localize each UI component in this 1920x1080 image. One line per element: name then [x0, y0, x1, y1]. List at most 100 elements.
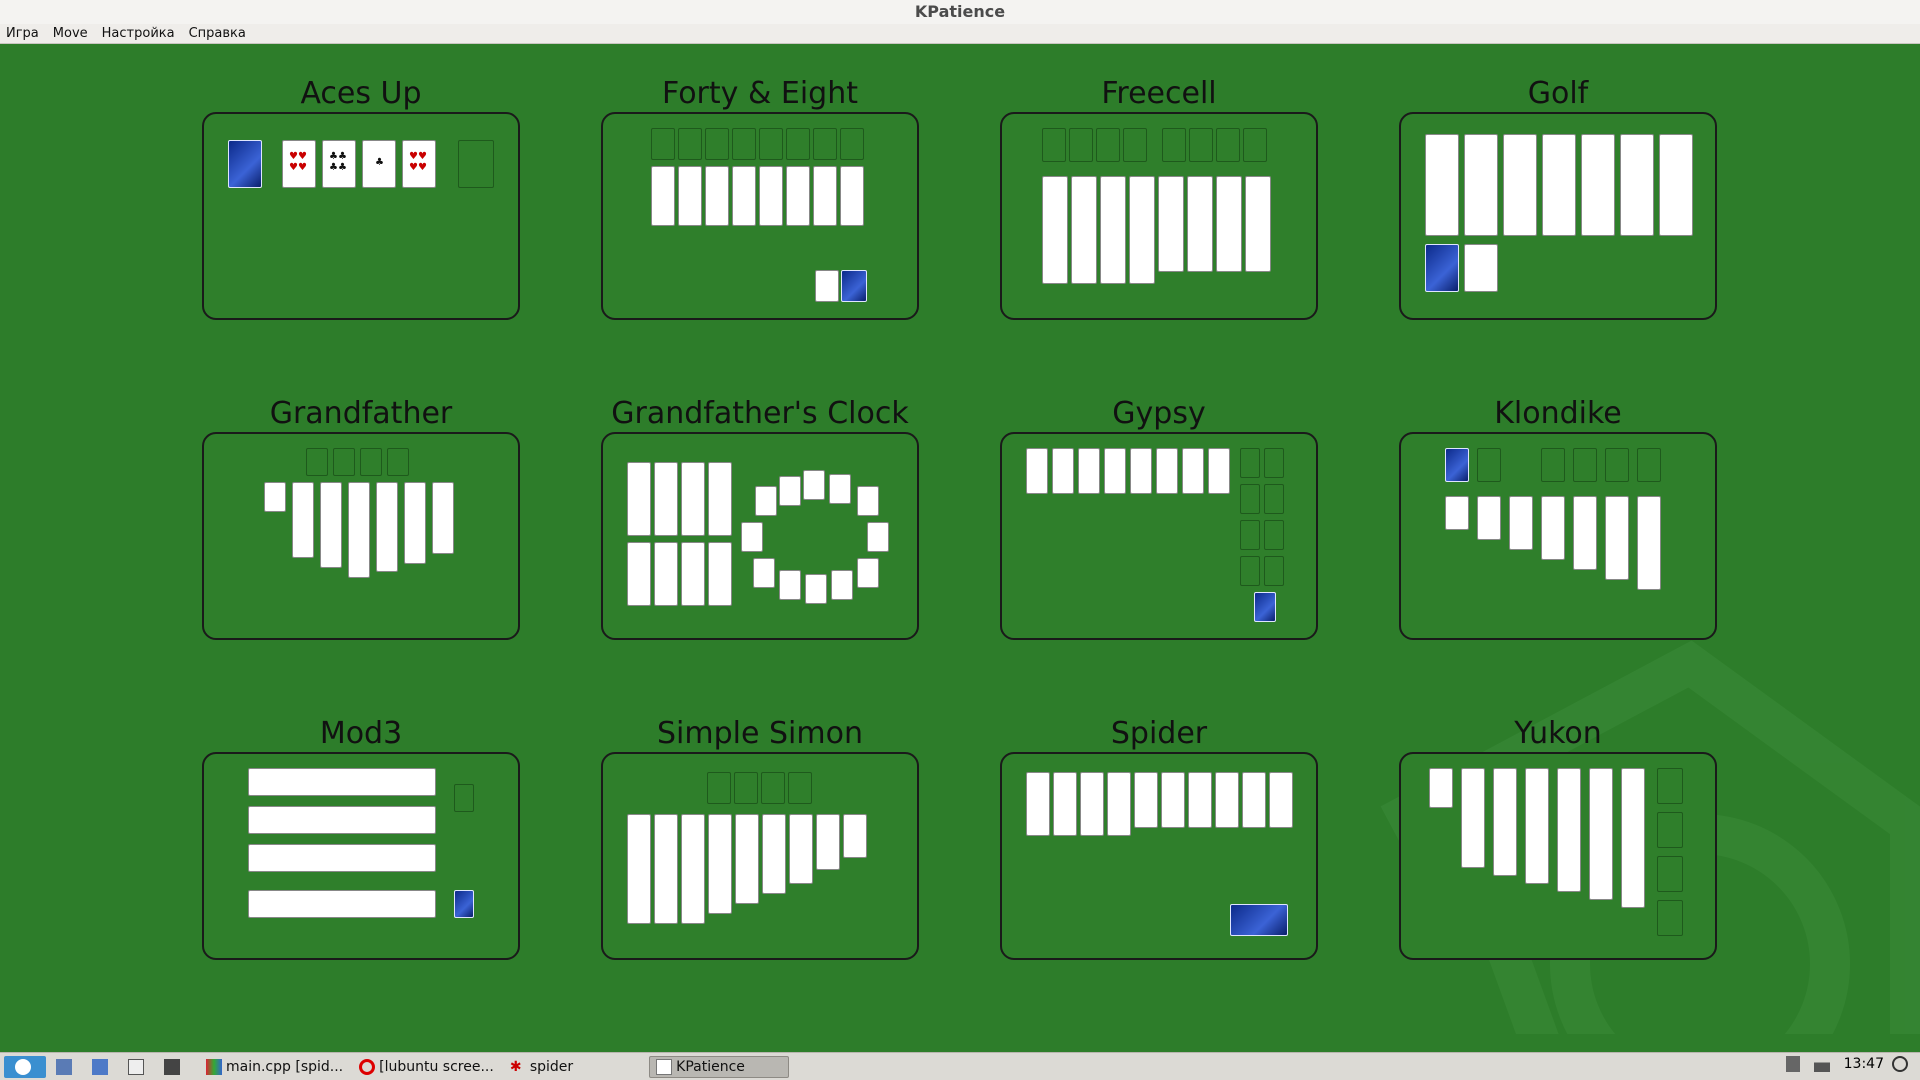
window-button[interactable]	[122, 1056, 154, 1078]
foundation-slot	[1541, 448, 1565, 482]
spider-icon: ✱	[509, 1058, 522, 1075]
tableau-pile	[816, 814, 840, 870]
tableau-pile	[1659, 134, 1693, 236]
game-forty-and-eight[interactable]: Forty & Eight	[601, 76, 919, 320]
card	[264, 482, 286, 512]
tableau-pile	[1620, 134, 1654, 236]
opera-icon	[359, 1058, 376, 1075]
menu-move[interactable]: Move	[53, 26, 88, 41]
foundation-slot	[734, 772, 758, 804]
stock-card	[1254, 592, 1276, 622]
menu-help[interactable]: Справка	[189, 26, 246, 41]
tableau-pile	[1461, 768, 1485, 868]
clock[interactable]: 13:47	[1844, 1056, 1884, 1072]
tableau-pile	[1130, 448, 1152, 494]
foundation-slot	[1264, 556, 1284, 586]
foundation-slot	[1243, 128, 1267, 162]
tableau-pile	[1242, 772, 1266, 828]
tableau-pile	[627, 542, 651, 606]
lubuntu-menu-icon	[15, 1058, 31, 1075]
tableau-pile	[292, 482, 314, 558]
game-selection-board: Aces Up ♥♥ ♥♥ ♣♣ ♣♣ ♣ ♥♥ ♥♥ Forty & Eight	[0, 44, 1920, 1034]
taskbar-item-lubuntu-screenshot[interactable]: [lubuntu scree...	[353, 1056, 500, 1078]
file-manager-button[interactable]	[86, 1056, 118, 1078]
game-title: Forty & Eight	[662, 76, 858, 111]
tableau-pile	[840, 166, 864, 226]
foundation-slot	[1657, 812, 1683, 848]
game-golf[interactable]: Golf	[1399, 76, 1717, 320]
tableau-pile	[813, 166, 837, 226]
taskbar-item-main-cpp[interactable]: main.cpp [spid...	[200, 1056, 349, 1078]
network-icon[interactable]	[1813, 1056, 1830, 1072]
terminal-button[interactable]	[158, 1056, 190, 1078]
clock-card	[741, 522, 763, 552]
game-mod3[interactable]: Mod3	[202, 716, 520, 960]
start-menu-button[interactable]	[4, 1055, 46, 1078]
game-title: Mod3	[319, 716, 403, 751]
game-freecell[interactable]: Freecell	[1000, 76, 1318, 320]
tableau-pile	[1425, 134, 1459, 236]
stock-card	[228, 140, 262, 188]
power-icon[interactable]	[1892, 1056, 1908, 1072]
tableau-pile	[432, 482, 454, 554]
foundation-slot	[1657, 768, 1683, 804]
tableau-row	[248, 806, 436, 834]
system-tray: 13:47	[1785, 1056, 1912, 1072]
tableau-pile	[1071, 176, 1097, 284]
clock-card	[755, 486, 777, 516]
tableau-pile	[1161, 772, 1185, 828]
show-desktop-button[interactable]	[50, 1056, 82, 1078]
freecell-slot	[1069, 128, 1093, 162]
game-gypsy[interactable]: Gypsy	[1000, 396, 1318, 640]
tableau-pile	[1107, 772, 1131, 836]
clock-card	[829, 474, 851, 504]
tableau-pile	[1100, 176, 1126, 284]
tableau-pile	[1078, 448, 1100, 494]
tableau-pile	[1542, 134, 1576, 236]
foundation-slot	[1162, 128, 1186, 162]
clock-card	[867, 522, 889, 552]
foundation-slot	[387, 448, 409, 476]
foundation-slot	[1264, 520, 1284, 550]
taskbar-item-kpatience[interactable]: KPatience	[649, 1055, 790, 1078]
foundation-slot	[651, 128, 675, 160]
stock-card	[1445, 448, 1469, 482]
tableau-pile	[651, 166, 675, 226]
game-title: Freecell	[1101, 76, 1217, 111]
tableau-pile	[705, 166, 729, 226]
tableau-row	[248, 844, 436, 872]
tableau-pile	[1621, 768, 1645, 908]
tableau-pile	[681, 462, 705, 536]
card: ♥♥ ♥♥	[402, 140, 436, 188]
menu-settings[interactable]: Настройка	[102, 26, 175, 41]
game-preview	[1000, 752, 1318, 960]
game-title: Klondike	[1494, 396, 1622, 431]
foundation-slot	[707, 772, 731, 804]
foundation-slot	[1573, 448, 1597, 482]
menu-bar: Игра Move Настройка Справка	[0, 24, 1920, 44]
game-grandfather[interactable]: Grandfather	[202, 396, 520, 640]
tableau-pile	[1605, 496, 1629, 580]
tableau-pile	[654, 542, 678, 606]
clock-card	[805, 574, 827, 604]
tableau-pile	[1245, 176, 1271, 272]
game-klondike[interactable]: Klondike	[1399, 396, 1717, 640]
game-yukon[interactable]: Yukon	[1399, 716, 1717, 960]
clipboard-icon[interactable]	[1785, 1056, 1800, 1072]
foundation-slot	[306, 448, 328, 476]
foundation-slot	[333, 448, 355, 476]
tableau-pile	[1573, 496, 1597, 570]
foundation-slot	[786, 128, 810, 160]
foundation-slot	[1240, 520, 1260, 550]
menu-game[interactable]: Игра	[6, 26, 39, 41]
tableau-pile	[1541, 496, 1565, 560]
game-simple-simon[interactable]: Simple Simon	[601, 716, 919, 960]
game-title: Yukon	[1514, 716, 1602, 751]
kpatience-icon	[656, 1058, 673, 1075]
taskbar-item-spider[interactable]: ✱ spider	[504, 1056, 579, 1078]
tableau-pile	[1182, 448, 1204, 494]
game-grandfathers-clock[interactable]: Grandfather's Clock	[601, 396, 919, 640]
game-aces-up[interactable]: Aces Up ♥♥ ♥♥ ♣♣ ♣♣ ♣ ♥♥ ♥♥	[202, 76, 520, 320]
card: ♣♣ ♣♣	[322, 140, 356, 188]
game-spider[interactable]: Spider	[1000, 716, 1318, 960]
